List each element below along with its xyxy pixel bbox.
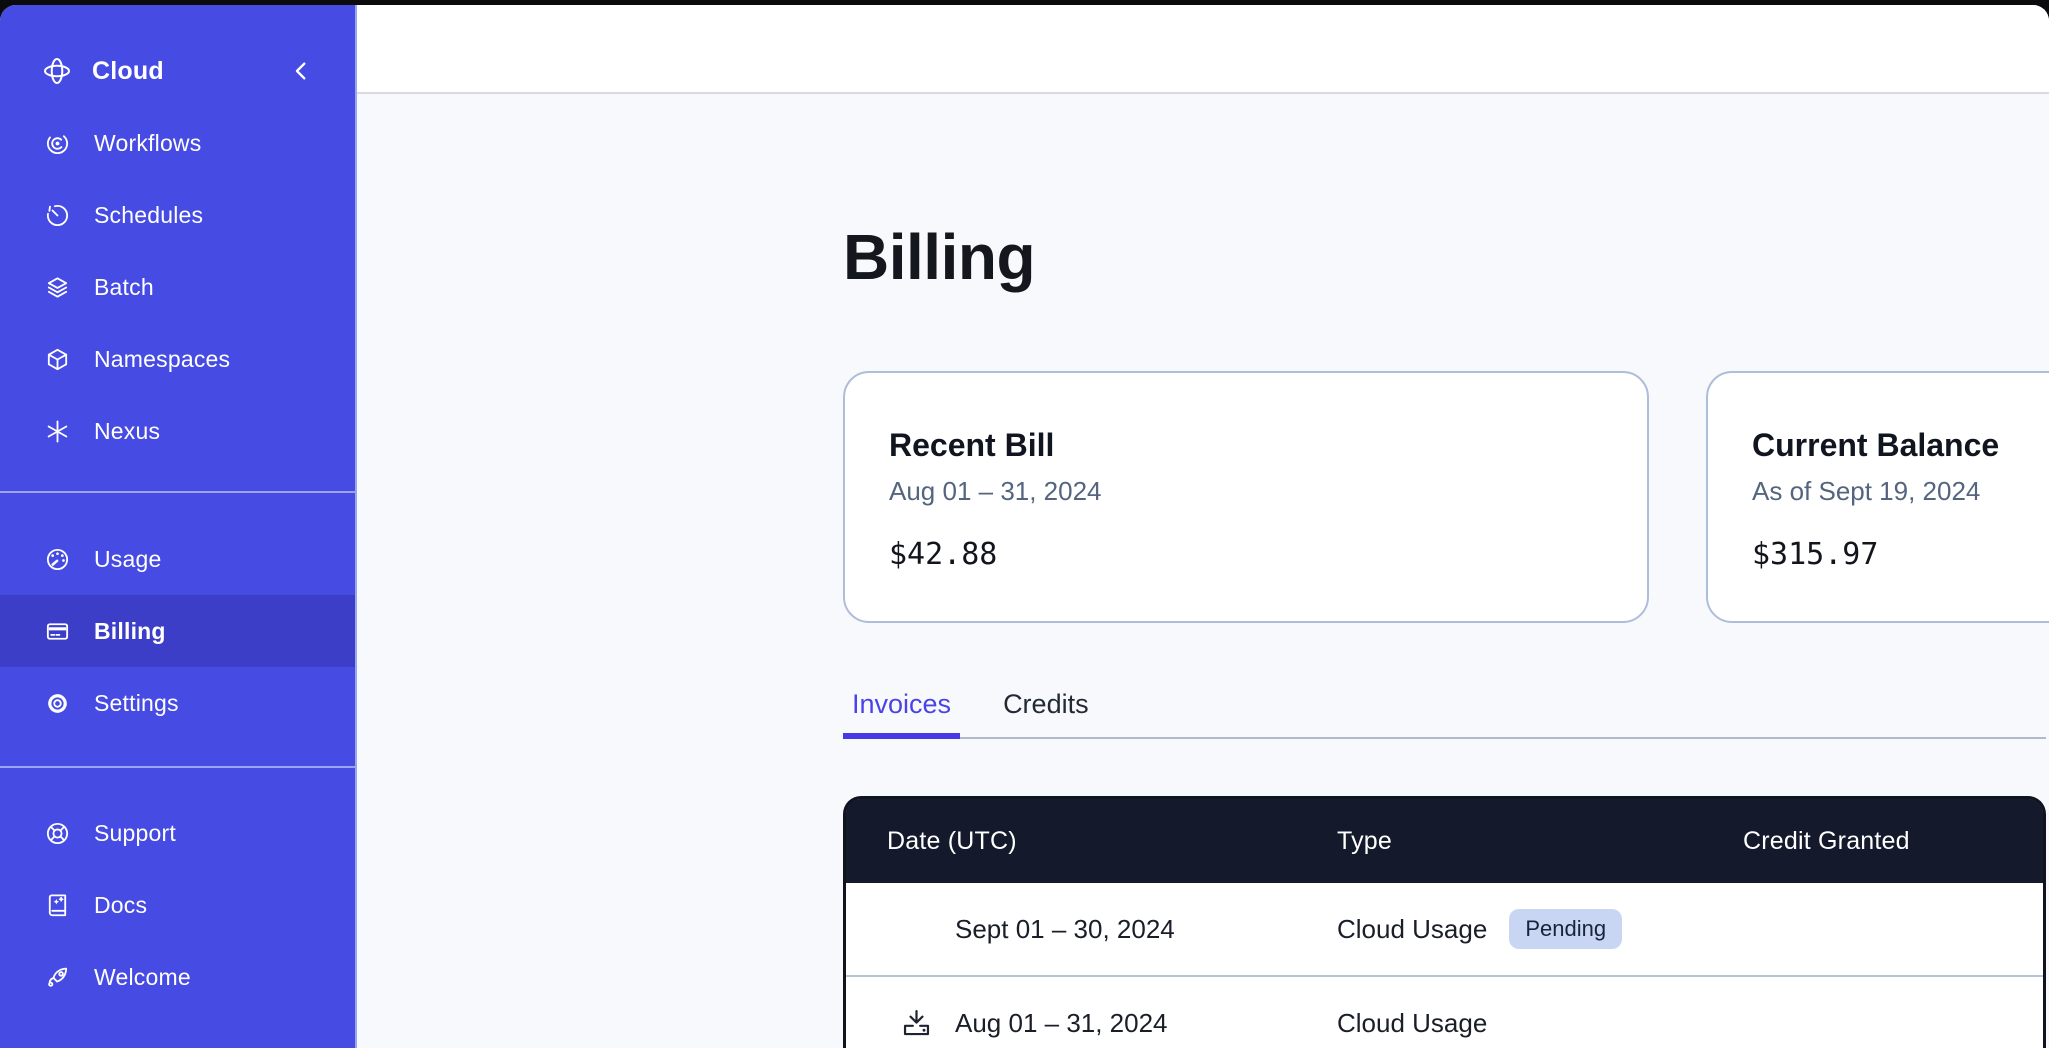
- table-row: Aug 01 – 31, 2024 Cloud Usage: [846, 975, 2043, 1048]
- support-lifebuoy-icon: [44, 820, 94, 847]
- invoice-date: Aug 01 – 31, 2024: [955, 1008, 1168, 1039]
- sidebar-item-label: Docs: [94, 892, 147, 919]
- column-header-credit-granted: Credit Granted: [1743, 827, 2043, 856]
- nexus-asterisk-icon: [44, 418, 94, 445]
- tab-credits[interactable]: Credits: [994, 689, 1098, 739]
- billing-page: Billing Recent Bill Aug 01 – 31, 2024 $4…: [357, 94, 2049, 1048]
- card-title: Recent Bill: [889, 427, 1603, 463]
- sidebar-item-label: Namespaces: [94, 346, 230, 373]
- sidebar-item-usage[interactable]: Usage: [0, 523, 355, 595]
- sidebar-item-label: Billing: [94, 618, 166, 645]
- column-header-date: Date (UTC): [846, 827, 1337, 856]
- sidebar-item-schedules[interactable]: Schedules: [0, 179, 355, 251]
- card-as-of: As of Sept 19, 2024: [1752, 475, 2049, 507]
- invoice-type: Cloud Usage: [1337, 1008, 1487, 1039]
- table-row: Sept 01 – 30, 2024 Cloud Usage Pending: [846, 883, 2043, 975]
- top-bar: [357, 5, 2049, 94]
- batch-layers-icon: [44, 274, 94, 301]
- brand-label: Cloud: [92, 57, 164, 86]
- card-title: Current Balance: [1752, 427, 2049, 463]
- download-slot: [900, 1007, 955, 1040]
- sidebar-item-workflows[interactable]: Workflows: [0, 107, 355, 179]
- main-area: Billing Recent Bill Aug 01 – 31, 2024 $4…: [357, 5, 2049, 1048]
- card-amount: $315.97: [1752, 537, 2049, 573]
- usage-gauge-icon: [44, 546, 94, 573]
- sidebar-divider: [0, 491, 355, 493]
- sidebar-item-label: Support: [94, 820, 176, 847]
- sidebar-item-docs[interactable]: Docs: [0, 869, 355, 941]
- sidebar-item-billing[interactable]: Billing: [0, 595, 355, 667]
- sidebar-item-label: Welcome: [94, 964, 191, 991]
- docs-book-icon: [44, 892, 94, 919]
- sidebar-item-label: Batch: [94, 274, 154, 301]
- tab-invoices[interactable]: Invoices: [843, 689, 960, 739]
- collapse-sidebar-button[interactable]: [291, 60, 313, 82]
- page-title: Billing: [843, 225, 2049, 289]
- invoices-table: Date (UTC) Type Credit Granted Sept 01 –…: [843, 796, 2046, 1048]
- sidebar-item-support[interactable]: Support: [0, 797, 355, 869]
- card-period: Aug 01 – 31, 2024: [889, 475, 1603, 507]
- summary-cards: Recent Bill Aug 01 – 31, 2024 $42.88 Cur…: [843, 371, 2049, 623]
- invoice-date: Sept 01 – 30, 2024: [955, 914, 1175, 945]
- sidebar-item-welcome[interactable]: Welcome: [0, 941, 355, 1013]
- status-badge: Pending: [1509, 909, 1622, 949]
- sidebar-item-label: Schedules: [94, 202, 203, 229]
- sidebar-item-label: Nexus: [94, 418, 160, 445]
- recent-bill-card: Recent Bill Aug 01 – 31, 2024 $42.88: [843, 371, 1649, 623]
- workflows-icon: [44, 130, 94, 157]
- sidebar-item-nexus[interactable]: Nexus: [0, 395, 355, 467]
- sidebar-item-label: Workflows: [94, 130, 201, 157]
- sidebar: Cloud Workflows: [0, 5, 357, 1048]
- schedules-icon: [44, 202, 94, 229]
- download-invoice-icon[interactable]: [900, 1007, 933, 1040]
- current-balance-card: Current Balance As of Sept 19, 2024 $315…: [1706, 371, 2049, 623]
- temporal-logo-icon: [42, 56, 92, 86]
- sidebar-divider: [0, 766, 355, 768]
- welcome-rocket-icon: [44, 964, 94, 991]
- billing-tabs: Invoices Credits: [843, 689, 2046, 739]
- card-amount: $42.88: [889, 537, 1603, 573]
- sidebar-item-label: Settings: [94, 690, 179, 717]
- column-header-type: Type: [1337, 827, 1743, 856]
- app-window: Cloud Workflows: [0, 5, 2049, 1048]
- settings-gear-icon: [44, 690, 94, 717]
- table-header-row: Date (UTC) Type Credit Granted: [846, 799, 2043, 883]
- sidebar-item-namespaces[interactable]: Namespaces: [0, 323, 355, 395]
- sidebar-item-label: Usage: [94, 546, 161, 573]
- sidebar-brand[interactable]: Cloud: [0, 35, 355, 107]
- chevron-left-icon: [291, 60, 313, 82]
- sidebar-item-settings[interactable]: Settings: [0, 667, 355, 739]
- billing-card-icon: [44, 618, 94, 645]
- invoice-type: Cloud Usage: [1337, 914, 1487, 945]
- namespaces-cube-icon: [44, 346, 94, 373]
- sidebar-item-batch[interactable]: Batch: [0, 251, 355, 323]
